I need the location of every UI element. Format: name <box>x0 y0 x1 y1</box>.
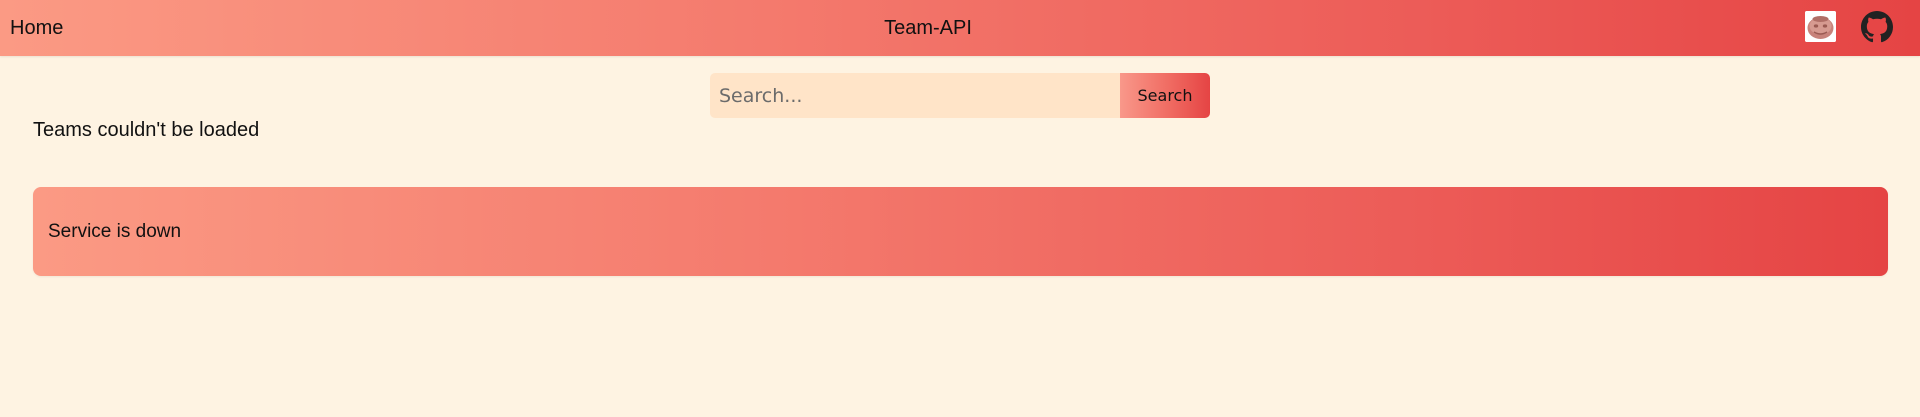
navbar: Home Team-API <box>0 0 1920 56</box>
alert-message: Service is down <box>48 221 182 242</box>
github-logo <box>1861 11 1893 43</box>
github-icon[interactable] <box>1861 11 1893 43</box>
search-input[interactable] <box>710 73 1120 118</box>
app-title: Team-API <box>884 17 972 39</box>
teams-load-error: Teams couldn't be loaded <box>33 119 260 141</box>
user-avatar-icon[interactable] <box>1805 11 1836 42</box>
service-status-alert: Service is down <box>33 187 1888 276</box>
search-button[interactable]: Search <box>1120 73 1210 118</box>
avatar-image <box>1805 11 1836 42</box>
home-link[interactable]: Home <box>10 0 63 56</box>
search-bar: Search <box>710 73 1210 118</box>
